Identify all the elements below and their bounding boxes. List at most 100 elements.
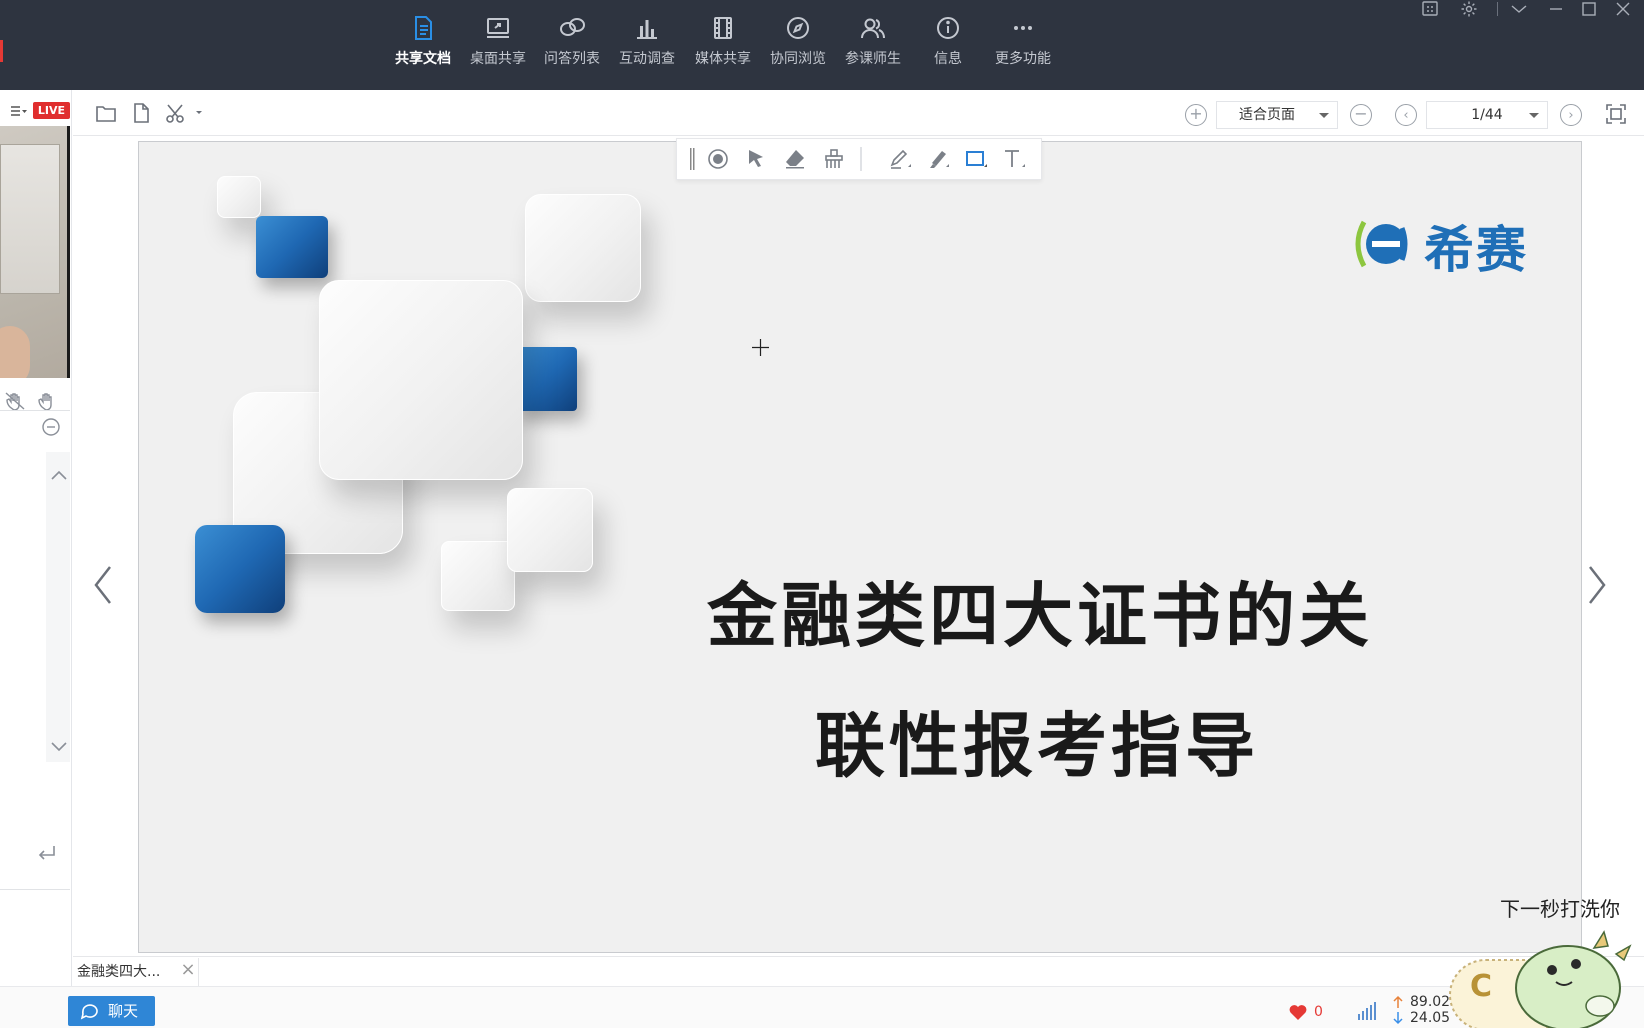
scroll-up-button[interactable]: [48, 466, 70, 486]
chevron-down-icon: [51, 742, 67, 752]
tool-qa-list[interactable]: 问答列表: [535, 14, 609, 76]
mascot-sticker: C: [1449, 930, 1632, 1028]
next-slide-button[interactable]: [1574, 515, 1620, 655]
hand-icon: [38, 393, 52, 411]
plus-icon: +: [1189, 104, 1203, 123]
panel-menu-button[interactable]: [10, 103, 28, 117]
tool-more[interactable]: 更多功能: [986, 14, 1060, 76]
compass-icon: [787, 17, 809, 39]
tool-participants[interactable]: 参课师生: [836, 14, 910, 76]
layout-button[interactable]: [1421, 0, 1443, 18]
zoom-out-button[interactable]: −: [1350, 104, 1372, 126]
minus-icon: −: [1354, 104, 1368, 123]
tool-label: 问答列表: [544, 51, 600, 67]
text-icon: [1005, 150, 1025, 167]
tool-survey[interactable]: 互动调查: [610, 14, 684, 76]
highlighter-icon: [930, 151, 949, 168]
previous-slide-button[interactable]: [80, 515, 126, 655]
eraser-tool[interactable]: [783, 147, 807, 171]
rectangle-icon: [966, 151, 987, 167]
record-icon: [708, 149, 728, 169]
heart-icon: [1289, 1005, 1307, 1020]
signal-icon: [1358, 1002, 1376, 1020]
zoom-in-button[interactable]: +: [1185, 104, 1207, 126]
layout-grid-icon: [1422, 1, 1438, 16]
brand-name: 希赛: [1424, 221, 1528, 279]
broom-icon: [825, 149, 843, 168]
drag-handle-icon: [690, 148, 695, 170]
qa-list-icon: [560, 18, 585, 36]
decor-square: [507, 488, 593, 572]
collapse-button[interactable]: [1510, 0, 1532, 18]
chat-scrollbar[interactable]: [46, 452, 70, 762]
arrow-up-icon: [1393, 995, 1403, 1008]
decor-square: [525, 194, 641, 302]
network-speed: 89.02 24.05: [1392, 994, 1450, 1028]
text-tool[interactable]: [1002, 147, 1026, 171]
info-icon: [937, 17, 959, 39]
tool-info[interactable]: 信息: [911, 14, 985, 76]
minimize-icon: [1550, 8, 1562, 10]
tool-label: 互动调查: [619, 51, 675, 67]
zoom-select[interactable]: 适合页面: [1216, 101, 1338, 129]
fullscreen-button[interactable]: [1604, 102, 1628, 126]
next-page-button[interactable]: ›: [1560, 104, 1582, 126]
chat-button[interactable]: 聊天: [68, 996, 155, 1026]
record-tool[interactable]: [706, 147, 730, 171]
scroll-down-button[interactable]: [48, 736, 70, 756]
tool-shared-document[interactable]: 共享文档: [386, 14, 460, 76]
gear-icon: [1461, 1, 1477, 17]
decor-square-blue: [515, 347, 577, 411]
clear-tool[interactable]: [822, 147, 846, 171]
close-button[interactable]: [1614, 0, 1636, 18]
decor-square: [319, 280, 523, 480]
more-dots-icon: [1014, 26, 1032, 30]
highlighter-tool[interactable]: [926, 147, 950, 171]
decor-square-blue: [195, 525, 285, 613]
tool-label: 信息: [934, 51, 962, 67]
likes-counter[interactable]: 0: [1288, 1000, 1328, 1024]
new-document-button[interactable]: [129, 101, 153, 125]
decor-square-blue: [256, 216, 328, 278]
minus-circle-icon: [42, 418, 60, 436]
page-select[interactable]: 1/44: [1426, 101, 1548, 129]
collapse-chat-button[interactable]: [40, 417, 62, 437]
close-tab-icon[interactable]: ×: [180, 961, 196, 979]
chevron-up-icon: [51, 470, 67, 480]
tool-desktop-share[interactable]: 桌面共享: [461, 14, 535, 76]
caret-down-icon: [1529, 113, 1539, 118]
crosshair-cursor-icon: [752, 339, 769, 356]
mute-hand-button[interactable]: [4, 391, 26, 411]
minimize-button[interactable]: [1547, 0, 1569, 18]
tool-label: 协同浏览: [770, 51, 826, 67]
rectangle-tool[interactable]: [964, 147, 988, 171]
pen-tool[interactable]: [888, 147, 912, 171]
decor-square: [441, 541, 515, 611]
fullscreen-icon: [1606, 104, 1626, 124]
caret-down-icon: [1319, 113, 1329, 118]
slide-title-line2: 联性报考指导: [815, 705, 1259, 787]
toolbar-drag-handle[interactable]: [688, 147, 696, 171]
live-badge: LIVE: [33, 102, 70, 119]
slide-canvas[interactable]: 希赛 金融类四大证书的关 联性报考指导: [138, 141, 1582, 953]
open-folder-button[interactable]: [94, 101, 118, 125]
tool-media-share[interactable]: 媒体共享: [686, 14, 760, 76]
settings-button[interactable]: [1460, 0, 1482, 18]
screenshot-button[interactable]: [164, 101, 204, 125]
window-edge-accent: [0, 40, 3, 62]
maximize-icon: [1582, 2, 1596, 16]
pointer-icon: [749, 150, 763, 167]
desktop-share-icon: [487, 18, 509, 38]
tool-co-browse[interactable]: 协同浏览: [761, 14, 835, 76]
pointer-tool[interactable]: [744, 147, 768, 171]
maximize-button[interactable]: [1580, 0, 1602, 18]
send-button[interactable]: [36, 843, 58, 863]
chevron-left-icon: [94, 566, 111, 604]
raise-hand-button[interactable]: [36, 391, 58, 411]
mascot-caption: 下一秒打洗你: [1500, 897, 1620, 921]
participants-icon: [861, 18, 885, 39]
arrow-down-icon: [1393, 1012, 1403, 1025]
prev-page-button[interactable]: ‹: [1395, 104, 1417, 126]
chevron-left-icon: ‹: [1403, 108, 1409, 123]
teacher-video[interactable]: [0, 126, 70, 378]
